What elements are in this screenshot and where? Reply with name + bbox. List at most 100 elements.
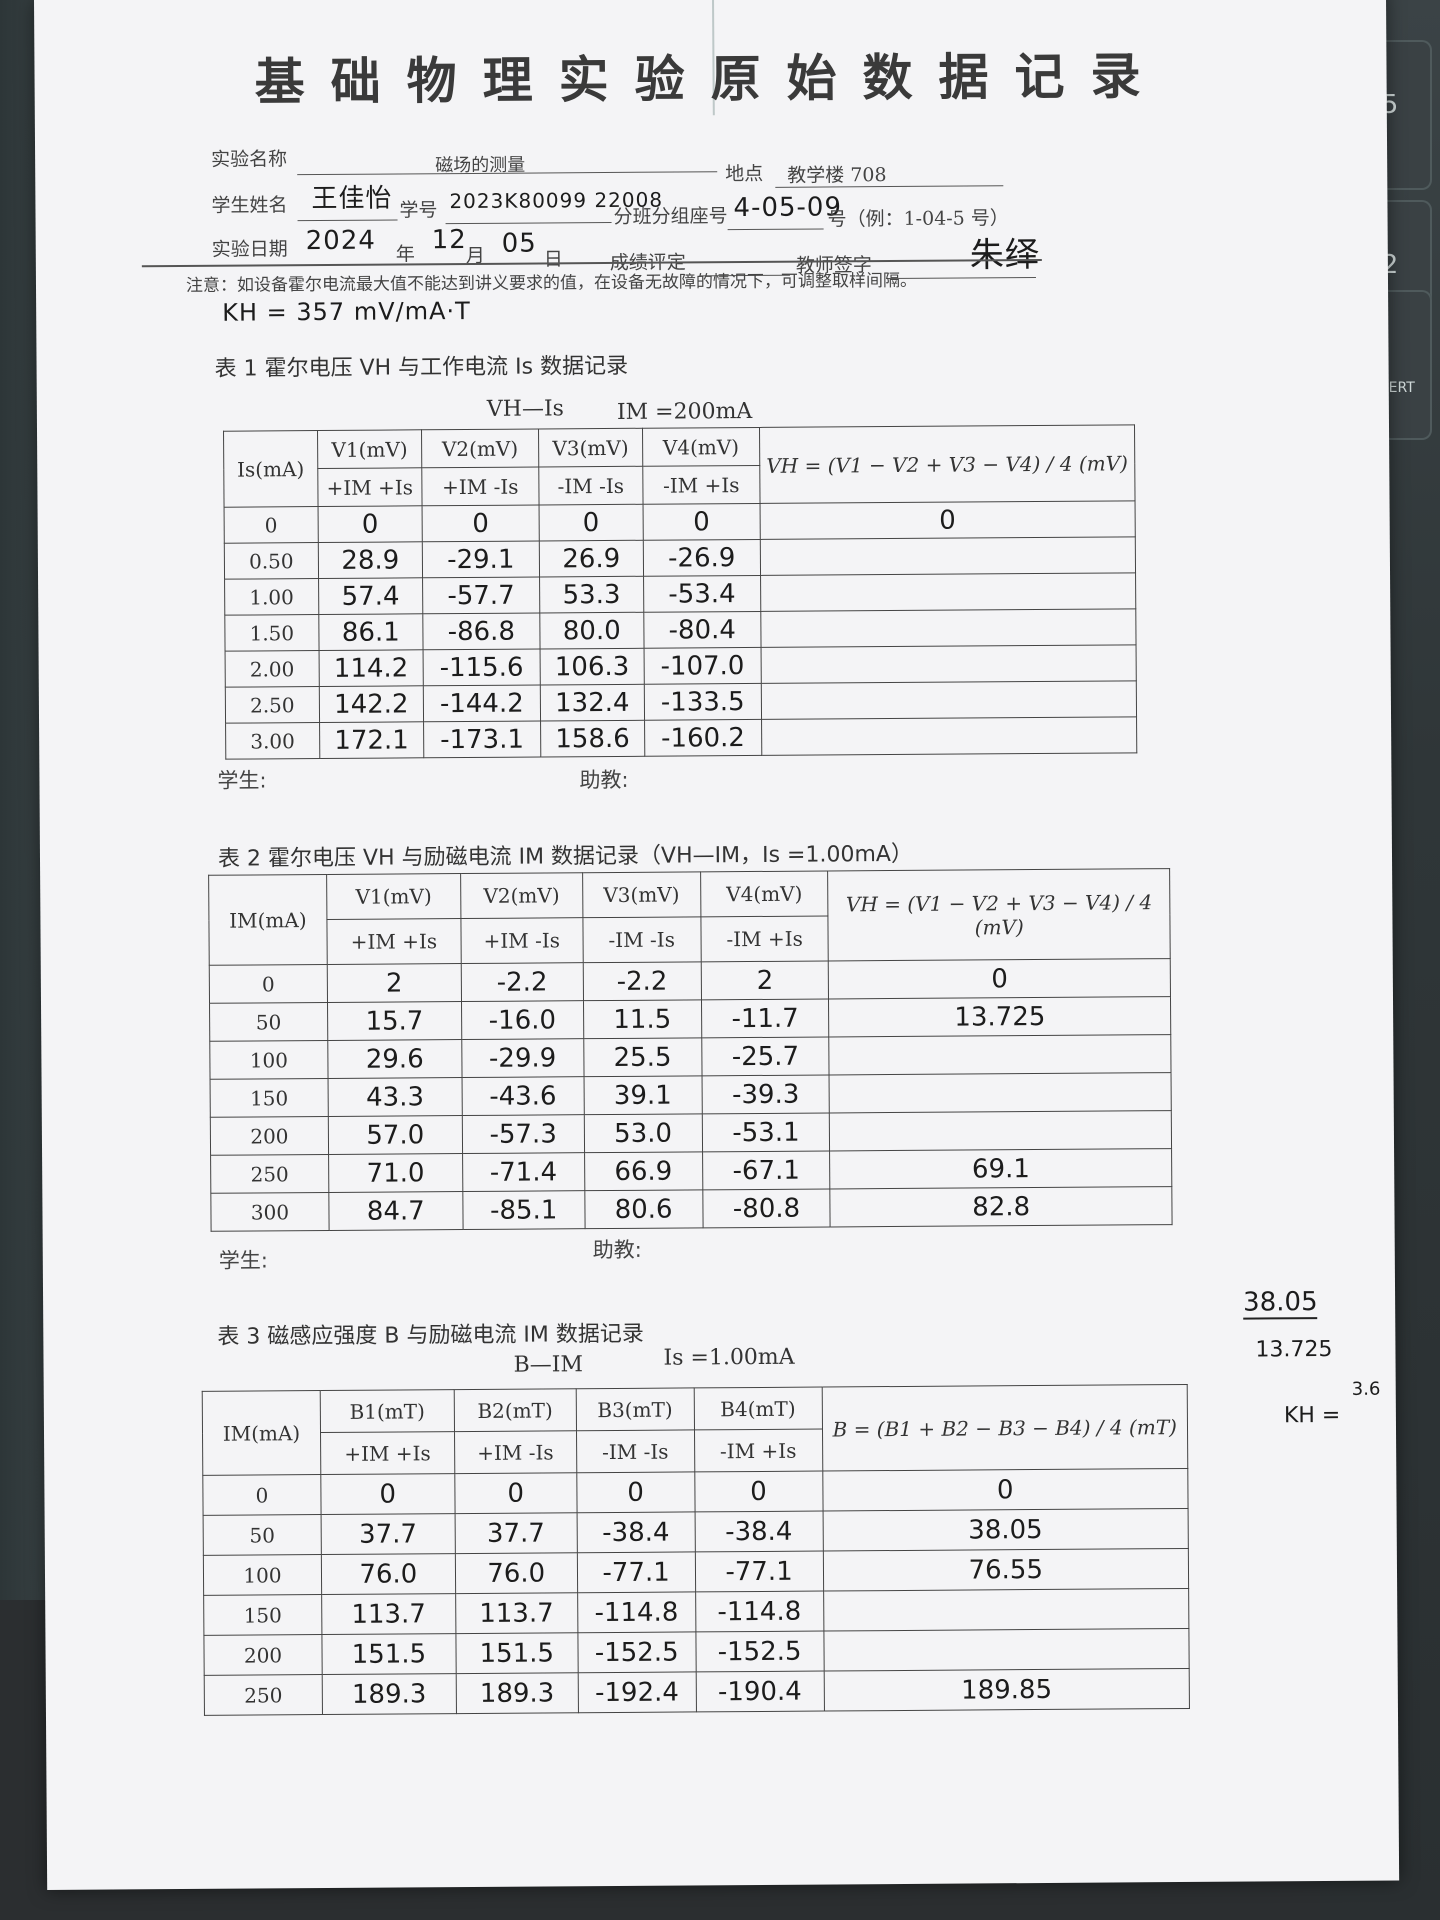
result-cell bbox=[760, 644, 1137, 684]
value-cell: -26.9 bbox=[643, 539, 761, 577]
row-header-cell: 200 bbox=[203, 1634, 323, 1676]
table-row: 100 76.0 76.0 -77.1 -77.1 76.55 bbox=[203, 1548, 1189, 1596]
value-cell: 2 bbox=[700, 960, 829, 1000]
row-header-cell: 100 bbox=[209, 1040, 328, 1080]
value-cell: 151.5 bbox=[321, 1633, 456, 1675]
result-cell: 76.55 bbox=[822, 1548, 1189, 1592]
row-header-cell: 50 bbox=[209, 1002, 328, 1042]
value-cell: -43.6 bbox=[461, 1076, 584, 1116]
value-cell: -25.7 bbox=[701, 1036, 830, 1076]
formula-header: B = (B1 + B2 − B3 − B4) / 4 (mT) bbox=[821, 1384, 1188, 1472]
value-cell: 15.7 bbox=[327, 1001, 462, 1041]
value-cell: 114.2 bbox=[318, 649, 424, 687]
value-cell: -160.2 bbox=[644, 719, 762, 757]
table-row: 200 151.5 151.5 -152.5 -152.5 bbox=[203, 1628, 1190, 1676]
table-row: 150 43.3 -43.6 39.1 -39.3 bbox=[210, 1072, 1172, 1118]
value-cell: 57.4 bbox=[318, 577, 423, 615]
value-cell: 0 bbox=[454, 1472, 577, 1514]
margin-kh-value: 3.6 bbox=[1351, 1378, 1381, 1400]
col-header-x: IM(mA) bbox=[202, 1390, 321, 1476]
value-cell: 0 bbox=[422, 504, 540, 542]
value-cell: -80.8 bbox=[702, 1188, 831, 1228]
sign-header: -IM +Is bbox=[694, 1429, 823, 1472]
value-cell: 53.0 bbox=[583, 1113, 703, 1153]
note-text: 注意：如设备霍尔电流最大值不能达到讲义要求的值，在设备无故障的情况下，可调整取样… bbox=[185, 270, 918, 296]
value-cell: -77.1 bbox=[694, 1551, 824, 1592]
sign-header: -IM -Is bbox=[576, 1429, 695, 1473]
value-cell: 0 bbox=[643, 503, 760, 541]
value-cell: 80.0 bbox=[539, 612, 645, 649]
value-cell: 25.5 bbox=[583, 1037, 702, 1077]
table1-subtitle-right: IM =200mA bbox=[616, 398, 753, 425]
result-cell bbox=[829, 1072, 1172, 1113]
value-cell: 39.1 bbox=[583, 1075, 702, 1115]
row-header-cell: 300 bbox=[210, 1192, 330, 1232]
value-cell: 113.7 bbox=[455, 1592, 578, 1634]
value-cell: -190.4 bbox=[695, 1671, 824, 1712]
col-header: V2(mV) bbox=[460, 872, 583, 919]
value-cell: -114.8 bbox=[577, 1591, 696, 1633]
group-line bbox=[727, 228, 824, 231]
value-cell: -133.5 bbox=[644, 683, 762, 721]
date-day: 05 bbox=[501, 228, 537, 259]
col-header-x: IM(mA) bbox=[208, 874, 328, 966]
value-cell: -85.1 bbox=[462, 1190, 585, 1230]
col-header: V3(mV) bbox=[538, 428, 643, 467]
margin-calc-bottom: 13.725 bbox=[1255, 1336, 1333, 1363]
table-row: 000000 bbox=[202, 1468, 1189, 1516]
value-cell: -144.2 bbox=[423, 684, 541, 722]
value-cell: 189.3 bbox=[455, 1672, 579, 1714]
value-cell: 86.1 bbox=[318, 613, 424, 651]
table1-student-label: 学生: bbox=[217, 768, 267, 793]
col-header: B2(mT) bbox=[453, 1388, 577, 1432]
col-header: V1(mV) bbox=[326, 873, 461, 920]
result-cell bbox=[823, 1628, 1190, 1672]
value-cell: 189.3 bbox=[322, 1673, 457, 1715]
table2-title: 表 2 霍尔电压 VH 与励磁电流 IM 数据记录（VH—IM，Is =1.00… bbox=[217, 841, 914, 872]
value-cell: 0 bbox=[576, 1471, 695, 1513]
student-id-label: 学号 bbox=[399, 199, 438, 222]
location-value: 教学楼 708 bbox=[787, 164, 887, 187]
location-label: 地点 bbox=[725, 162, 764, 186]
student-id-line bbox=[445, 221, 612, 225]
value-cell: 113.7 bbox=[321, 1593, 456, 1635]
kh-note: KH = 357 mV/mA·T bbox=[222, 296, 471, 327]
col-header-x: Is(mA) bbox=[223, 430, 318, 508]
row-header-cell: 200 bbox=[210, 1116, 329, 1156]
student-name-label: 学生姓名 bbox=[211, 194, 288, 217]
sign-header: +IM -Is bbox=[454, 1430, 577, 1474]
value-cell: -2.2 bbox=[461, 962, 584, 1002]
result-cell bbox=[760, 572, 1136, 612]
value-cell: 142.2 bbox=[319, 685, 424, 723]
table-row: 200 57.0 -57.3 53.0 -53.1 bbox=[210, 1110, 1172, 1156]
value-cell: -39.3 bbox=[701, 1074, 830, 1114]
value-cell: 132.4 bbox=[540, 684, 645, 721]
row-header-cell: 1.00 bbox=[224, 578, 319, 616]
col-header: B1(mT) bbox=[320, 1389, 455, 1433]
col-header: V4(mV) bbox=[700, 870, 829, 917]
result-cell bbox=[761, 716, 1137, 756]
value-cell: -2.2 bbox=[582, 961, 702, 1001]
value-cell: 28.9 bbox=[318, 541, 423, 579]
table1-subtitle-left: VH—Is bbox=[486, 396, 565, 422]
table-row: 100 29.6 -29.9 25.5 -25.7 bbox=[209, 1034, 1172, 1080]
col-header: V4(mV) bbox=[642, 427, 760, 467]
value-cell: 80.6 bbox=[584, 1189, 703, 1229]
group-value: 4-05-09 bbox=[733, 192, 843, 224]
row-header-cell: 100 bbox=[203, 1554, 322, 1596]
value-cell: 71.0 bbox=[328, 1153, 463, 1193]
sign-header: -IM -Is bbox=[582, 916, 701, 963]
table-row: 250 189.3 189.3 -192.4 -190.4 189.85 bbox=[204, 1668, 1190, 1716]
sign-header: -IM +Is bbox=[700, 915, 829, 962]
value-cell: -115.6 bbox=[423, 648, 541, 686]
value-cell: 66.9 bbox=[584, 1151, 703, 1191]
result-cell: 13.725 bbox=[828, 996, 1171, 1037]
row-header-cell: 50 bbox=[203, 1514, 322, 1556]
result-cell: 69.1 bbox=[830, 1148, 1172, 1189]
row-header-cell: 0 bbox=[202, 1474, 321, 1516]
experiment-name-label: 实验名称 bbox=[211, 148, 288, 171]
student-name-line bbox=[297, 219, 398, 222]
value-cell: 158.6 bbox=[540, 720, 645, 757]
value-cell: 151.5 bbox=[455, 1632, 578, 1674]
row-header-cell: 0.50 bbox=[224, 542, 319, 580]
